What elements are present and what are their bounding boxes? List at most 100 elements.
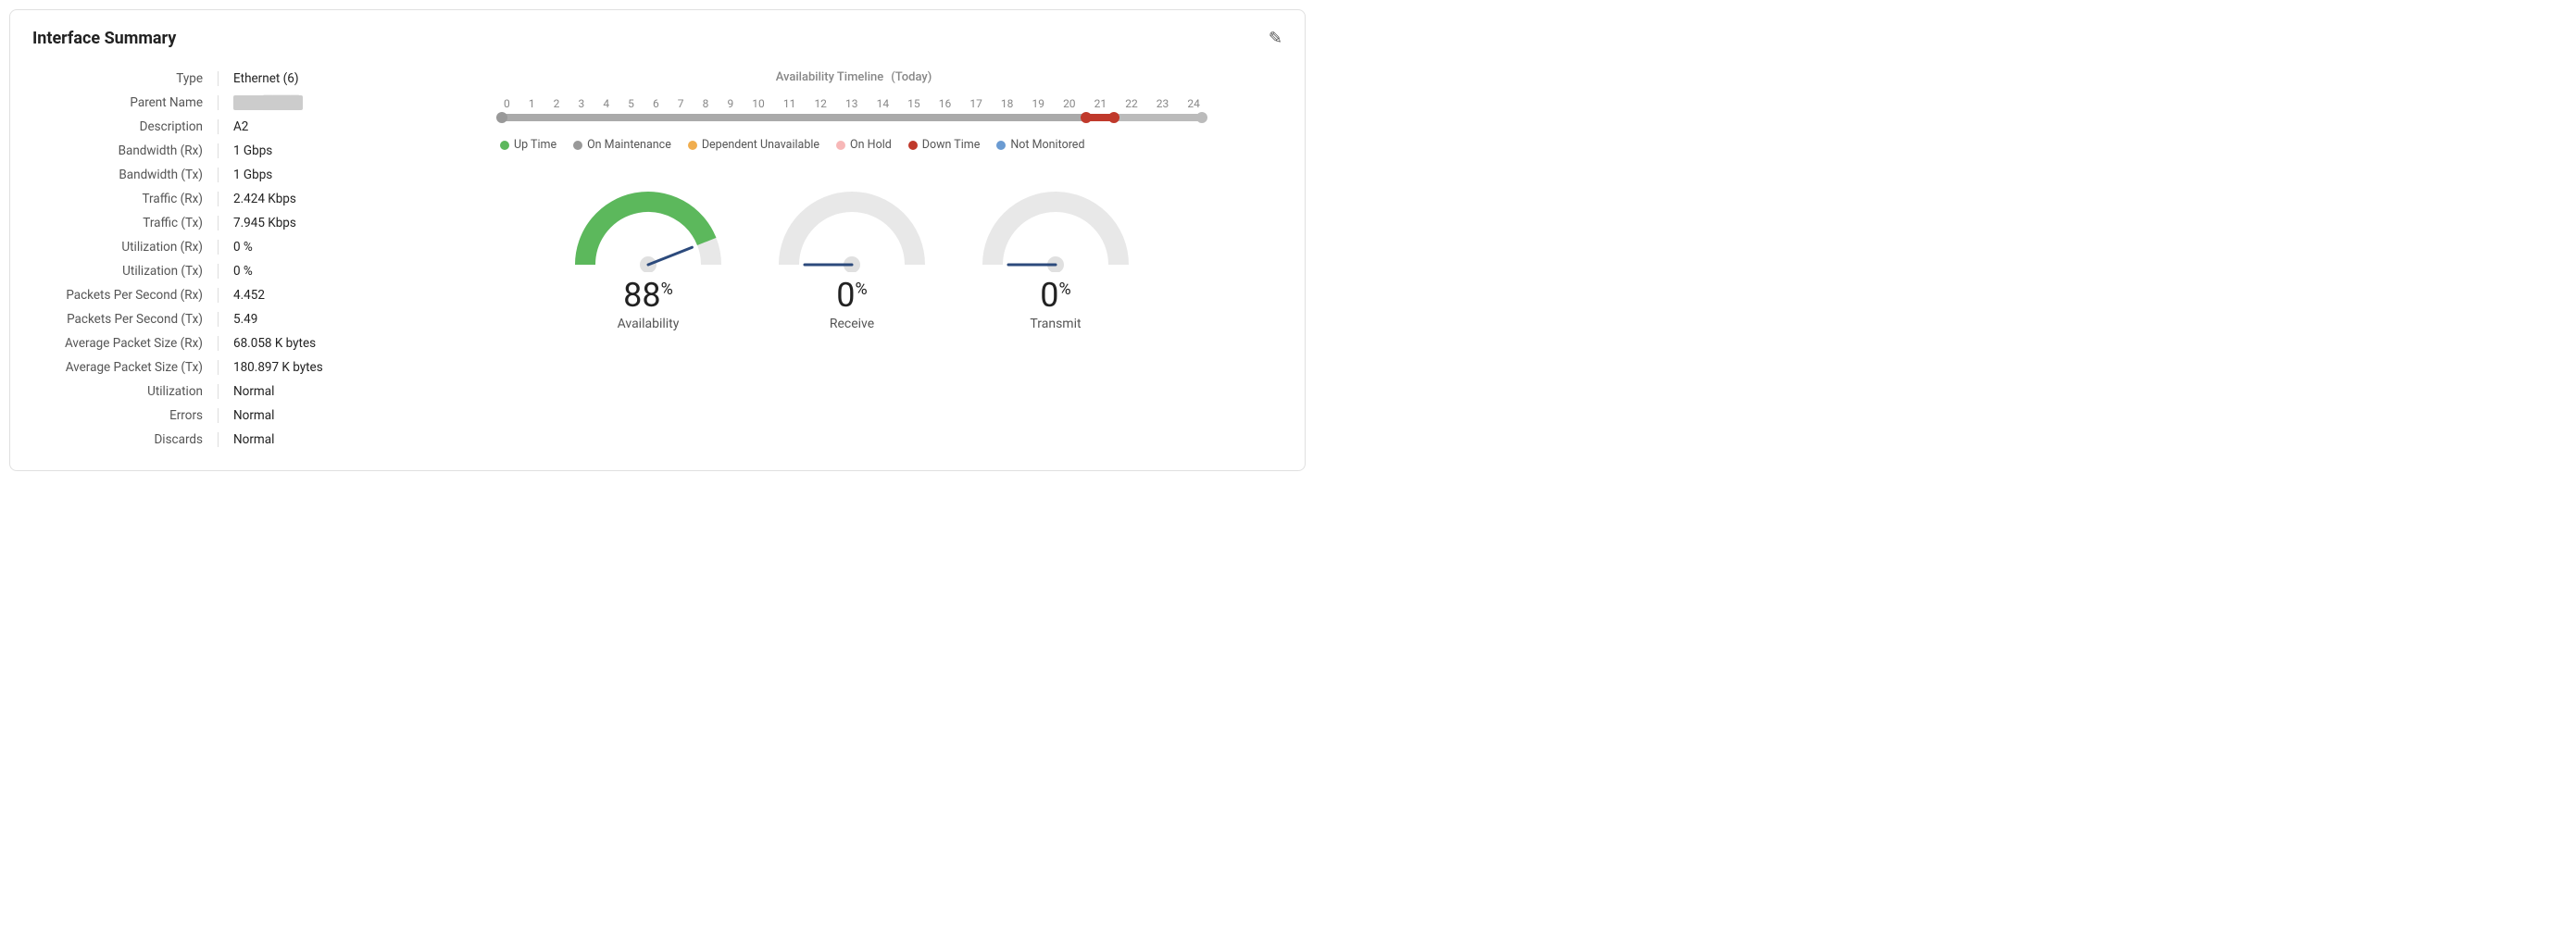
card-body: TypeEthernet (6)Parent NameHpSl████Descr…	[32, 67, 1282, 452]
timeline-hour: 21	[1094, 97, 1107, 110]
gauge-item: 88%Availability	[574, 189, 722, 331]
table-row: Bandwidth (Rx) 1 Gbps	[32, 139, 384, 163]
timeline-hour: 11	[783, 97, 796, 110]
row-value: 0 %	[233, 264, 253, 279]
legend-item: Down Time	[908, 138, 981, 152]
timeline-hour: 13	[845, 97, 858, 110]
legend-dot	[908, 141, 918, 150]
gauge-svg	[574, 189, 722, 272]
legend-dot	[573, 141, 582, 150]
gauge-value: 0%	[836, 276, 867, 315]
table-row: Packets Per Second (Tx)5.49	[32, 307, 384, 331]
row-value: Normal	[233, 408, 274, 423]
row-divider	[218, 119, 219, 134]
legend-dot	[500, 141, 509, 150]
legend-item: On Hold	[836, 138, 892, 152]
gauge-unit: %	[856, 280, 868, 299]
gauge-value: 88%	[623, 276, 673, 315]
timeline-hour: 16	[939, 97, 952, 110]
row-divider	[218, 432, 219, 447]
tl-dot-red1	[1081, 112, 1092, 123]
row-value: 180.897 K bytes	[233, 360, 323, 375]
gauge-value: 0%	[1040, 276, 1070, 315]
row-value: Normal	[233, 432, 274, 447]
table-row: Average Packet Size (Tx)180.897 K bytes	[32, 355, 384, 379]
row-divider	[218, 408, 219, 423]
row-label: Traffic (Rx)	[32, 192, 218, 206]
gauge-unit: %	[661, 280, 673, 299]
gauges-row: 88%Availability 0% Receive 0% Transmit	[574, 189, 1130, 331]
timeline-hour: 2	[554, 97, 560, 110]
interface-summary-card: Interface Summary ✎ TypeEthernet (6)Pare…	[9, 9, 1306, 471]
chart-section: Availability Timeline (Today) 0123456789…	[421, 67, 1282, 452]
legend-dot	[688, 141, 697, 150]
table-row: Traffic (Tx) 7.945 Kbps	[32, 211, 384, 235]
timeline-hour: 9	[727, 97, 733, 110]
card-header: Interface Summary ✎	[32, 29, 1282, 48]
legend-label: Dependent Unavailable	[702, 138, 819, 152]
timeline-container: 0123456789101112131415161718192021222324…	[500, 97, 1204, 180]
table-row: DiscardsNormal	[32, 428, 384, 452]
row-value: A2	[233, 119, 248, 134]
timeline-hour: 12	[814, 97, 827, 110]
timeline-hour: 24	[1187, 97, 1200, 110]
timeline-hour: 8	[703, 97, 709, 110]
row-label: Description	[32, 119, 218, 134]
legend-label: Up Time	[514, 138, 556, 152]
timeline-hour: 3	[578, 97, 584, 110]
table-row: Packets Per Second (Rx)4.452	[32, 283, 384, 307]
timeline-hour: 4	[603, 97, 609, 110]
gauge-svg	[778, 189, 926, 272]
legend-dot	[996, 141, 1006, 150]
tl-gray-right	[1112, 114, 1204, 121]
timeline-hour: 18	[1001, 97, 1014, 110]
tl-dot-red2	[1108, 112, 1119, 123]
table-row: Traffic (Rx) 2.424 Kbps	[32, 187, 384, 211]
legend-item: Dependent Unavailable	[688, 138, 819, 152]
row-divider	[218, 216, 219, 230]
row-label: Bandwidth (Tx)	[32, 168, 218, 182]
row-value: Normal	[233, 384, 274, 399]
gauge-label: Receive	[830, 317, 874, 331]
timeline-hour: 0	[504, 97, 510, 110]
gauge-item: 0% Receive	[778, 189, 926, 331]
timeline-hour: 17	[969, 97, 982, 110]
timeline-hour: 19	[1032, 97, 1044, 110]
timeline-hour: 14	[877, 97, 890, 110]
table-row: UtilizationNormal	[32, 379, 384, 404]
gauge-label: Transmit	[1030, 317, 1081, 331]
timeline-hour: 5	[628, 97, 634, 110]
timeline-hour: 6	[653, 97, 659, 110]
timeline-hour: 22	[1125, 97, 1138, 110]
gauge-unit: %	[1059, 280, 1071, 299]
row-value: 0 %	[233, 240, 253, 255]
timeline-hour: 10	[752, 97, 765, 110]
row-value: 68.058 K bytes	[233, 336, 316, 351]
timeline-title: Availability Timeline (Today)	[772, 67, 932, 84]
row-divider	[218, 288, 219, 303]
row-label: Type	[32, 71, 218, 86]
timeline-bar	[500, 114, 1204, 125]
row-divider	[218, 192, 219, 206]
info-table: TypeEthernet (6)Parent NameHpSl████Descr…	[32, 67, 384, 452]
row-divider	[218, 168, 219, 182]
row-value: 4.452	[233, 288, 265, 303]
row-label: Utilization (Tx)	[32, 264, 218, 279]
table-row: Average Packet Size (Rx) 68.058 K bytes	[32, 331, 384, 355]
row-label: Bandwidth (Rx)	[32, 143, 218, 158]
timeline-hour: 15	[907, 97, 920, 110]
legend-label: Not Monitored	[1010, 138, 1084, 152]
row-label: Traffic (Tx)	[32, 216, 218, 230]
row-label: Packets Per Second (Tx)	[32, 312, 218, 327]
tl-dot-right	[1196, 112, 1207, 123]
table-row: Parent NameHpSl████	[32, 91, 384, 115]
row-value: 7.945 Kbps	[233, 216, 296, 230]
row-value: 2.424 Kbps	[233, 192, 296, 206]
row-label: Errors	[32, 408, 218, 423]
row-divider	[218, 336, 219, 351]
row-value: 1 Gbps	[233, 143, 272, 158]
timeline-hour: 1	[529, 97, 535, 110]
edit-icon[interactable]: ✎	[1269, 29, 1282, 48]
row-label: Average Packet Size (Rx)	[32, 336, 218, 351]
table-row: Errors Normal	[32, 404, 384, 428]
